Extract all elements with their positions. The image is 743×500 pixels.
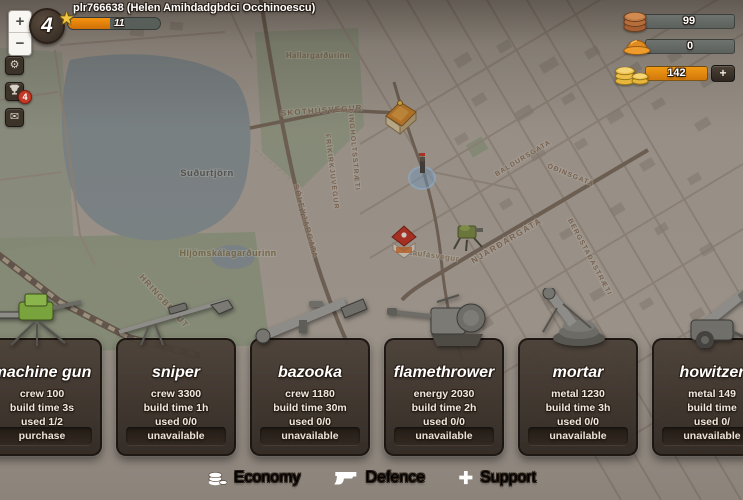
mail-button[interactable]: ✉ bbox=[5, 108, 24, 127]
zoom-out-button[interactable]: − bbox=[9, 33, 31, 55]
card-flamethrower[interactable]: flamethrower energy 2030build time 2huse… bbox=[384, 338, 504, 456]
card-title: bazooka bbox=[252, 364, 368, 382]
star-icon: ★ bbox=[59, 9, 74, 29]
crew-resource-row: 0 bbox=[623, 36, 735, 57]
card-machine-gun[interactable]: machine gun crew 100build time 3sused 1/… bbox=[0, 338, 102, 456]
player-name: plr766638 (Helen Amihdadgbdci Occhinoesc… bbox=[73, 2, 315, 14]
weapon-card-strip: machine gun crew 100build time 3sused 1/… bbox=[0, 338, 743, 456]
crew-count: 0 bbox=[645, 39, 735, 54]
card-title: sniper bbox=[118, 364, 234, 382]
bricks-count: 99 bbox=[643, 14, 735, 29]
card-stats: metal 149build timeused 0/ bbox=[654, 387, 743, 429]
card-title: machine gun bbox=[0, 364, 100, 382]
settings-button[interactable]: ⚙ bbox=[5, 56, 24, 75]
unavailable-button[interactable]: unavailable bbox=[528, 427, 628, 446]
tab-economy[interactable]: Economy bbox=[194, 462, 314, 493]
xp-progress-bar: 11 bbox=[67, 17, 161, 30]
card-howitzer[interactable]: howitzer metal 149build timeused 0/ unav… bbox=[652, 338, 743, 456]
street-label: Hljómskálagarðurinn bbox=[179, 248, 276, 258]
card-stats: energy 2030build time 2hused 0/0 bbox=[386, 387, 502, 429]
street-label: Hallargarðurinn bbox=[286, 51, 350, 60]
gear-icon: ⚙ bbox=[10, 59, 20, 71]
card-title: mortar bbox=[520, 364, 636, 382]
pistol-icon bbox=[334, 469, 359, 486]
unavailable-button[interactable]: unavailable bbox=[662, 427, 743, 446]
card-stats: crew 3300build time 1hused 0/0 bbox=[118, 387, 234, 429]
card-sniper[interactable]: sniper crew 3300build time 1hused 0/0 un… bbox=[116, 338, 236, 456]
achievements-button[interactable]: 4 bbox=[5, 82, 24, 101]
unavailable-button[interactable]: unavailable bbox=[394, 427, 494, 446]
plus-icon bbox=[458, 470, 473, 485]
card-title: flamethrower bbox=[386, 364, 502, 382]
achievements-badge: 4 bbox=[18, 90, 32, 104]
coins-icon bbox=[207, 470, 227, 486]
unavailable-button[interactable]: unavailable bbox=[126, 427, 226, 446]
tab-label: Defence bbox=[366, 469, 426, 487]
card-title: howitzer bbox=[654, 364, 743, 382]
card-stats: crew 100build time 3sused 1/2 bbox=[0, 387, 100, 429]
bricks-resource-row: 99 bbox=[622, 10, 735, 33]
resource-panel: 99 0 142 + bbox=[613, 10, 735, 86]
tab-defence[interactable]: Defence bbox=[321, 462, 439, 493]
add-gold-button[interactable]: + bbox=[711, 65, 735, 82]
gold-resource-row: 142 + bbox=[613, 60, 735, 86]
card-bazooka[interactable]: bazooka crew 1180build time 30mused 0/0 … bbox=[250, 338, 370, 456]
tab-label: Economy bbox=[234, 469, 301, 487]
purchase-button[interactable]: purchase bbox=[0, 427, 92, 446]
card-mortar[interactable]: mortar metal 1230build time 3hused 0/0 u… bbox=[518, 338, 638, 456]
unavailable-button[interactable]: unavailable bbox=[260, 427, 360, 446]
xp-progress-fill bbox=[68, 18, 110, 29]
tab-support[interactable]: Support bbox=[445, 462, 549, 493]
map-zoom-control: + − bbox=[8, 10, 32, 56]
zoom-in-button[interactable]: + bbox=[9, 11, 31, 33]
category-tabs: Economy Defence Support bbox=[194, 462, 549, 493]
tab-label: Support bbox=[480, 469, 536, 487]
game-screen: SuðurtjörnHallargarðurinnSKOTHÚSVEGURFRÍ… bbox=[0, 0, 743, 500]
gold-count: 142 bbox=[645, 66, 708, 81]
helmet-icon bbox=[623, 36, 651, 57]
mail-icon: ✉ bbox=[10, 111, 19, 123]
bricks-icon bbox=[622, 10, 649, 33]
xp-value: 11 bbox=[114, 18, 144, 30]
card-stats: crew 1180build time 30mused 0/0 bbox=[252, 387, 368, 429]
street-label: Suðurtjörn bbox=[180, 168, 234, 179]
card-stats: metal 1230build time 3hused 0/0 bbox=[520, 387, 636, 429]
coins-icon bbox=[613, 60, 651, 86]
